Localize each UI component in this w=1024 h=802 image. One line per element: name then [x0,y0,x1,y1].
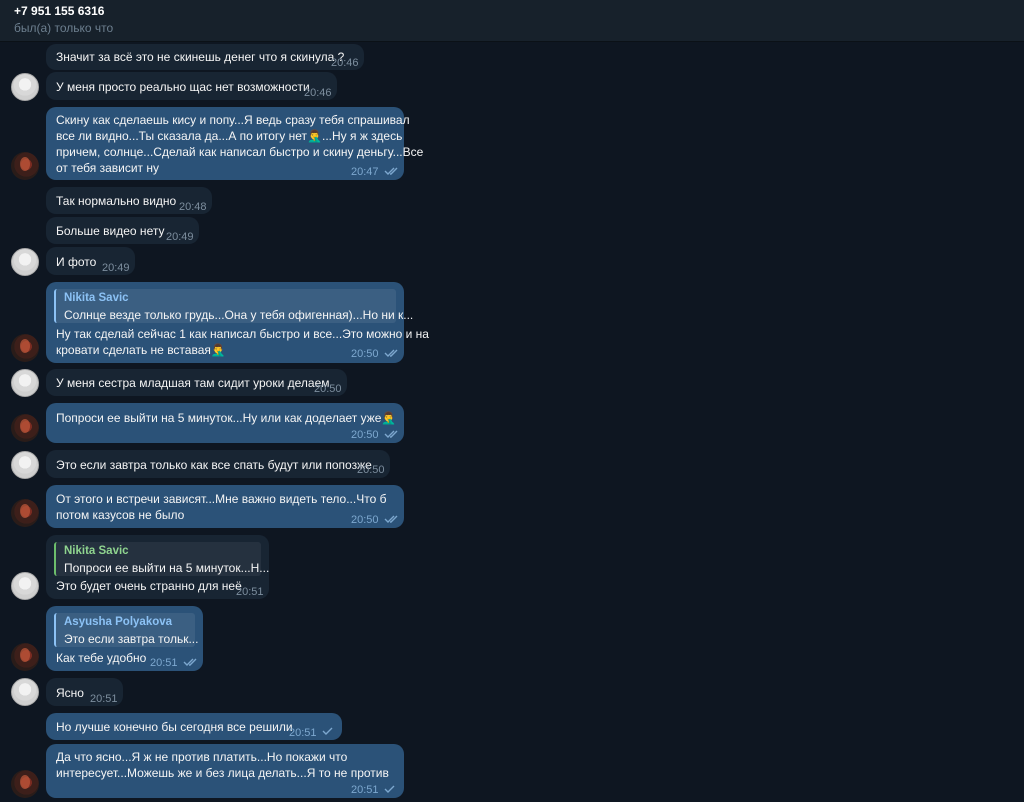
read-check-icon [384,166,400,176]
message-text: Ясно [56,686,84,700]
reply-text: Это если завтра тольк... [64,632,199,646]
message-time: 20:48 [179,201,207,213]
message-incoming[interactable]: Значит за всё это не скинешь денег что я… [46,44,364,70]
message-text: Так нормально видно [56,194,177,208]
read-check-icon [384,514,400,524]
message-outgoing[interactable]: Попроси ее выйти на 5 минуток...Ну или к… [46,403,404,443]
message-outgoing[interactable]: Скину как сделаешь кису и попу...Я ведь … [46,107,423,180]
reply-quote[interactable]: Asyusha Polyakova Это если завтра тольк.… [54,613,199,647]
message-incoming[interactable]: У меня сестра младшая там сидит уроки де… [46,369,347,396]
avatar-incoming[interactable] [11,73,39,101]
message-outgoing[interactable]: Но лучше конечно бы сегодня все решили 2… [46,713,342,740]
reply-text: Попроси ее выйти на 5 минуток...Н... [64,561,270,575]
message-text: причем, солнце...Сделай как написал быст… [56,145,424,159]
read-check-icon [384,348,400,358]
message-text: Это если завтра только как все спать буд… [56,458,372,472]
reply-quote[interactable]: Nikita Savic Солнце везде только грудь..… [54,289,413,323]
message-text: От этого и встречи зависят...Мне важно в… [56,492,387,506]
message-text: Значит за всё это не скинешь денег что я… [56,50,345,64]
message-text: интересует...Можешь же и без лица делать… [56,766,389,780]
avatar-outgoing[interactable] [11,414,39,442]
message-text: Как тебе удобно [56,651,147,665]
message-outgoing[interactable]: Да что ясно...Я ж не против платить...Но… [46,744,404,798]
avatar-outgoing[interactable] [11,643,39,671]
reply-quote[interactable]: Nikita Savic Попроси ее выйти на 5 минут… [54,542,269,576]
message-time: 20:51 [236,586,264,598]
message-outgoing[interactable]: Asyusha Polyakova Это если завтра тольк.… [46,606,203,671]
message-text: Попроси ее выйти на 5 минуток...Ну или к… [56,411,397,425]
message-time: 20:49 [102,262,130,274]
message-incoming[interactable]: У меня просто реально щас нет возможност… [46,72,337,100]
message-outgoing[interactable]: От этого и встречи зависят...Мне важно в… [46,485,404,528]
message-time: 20:50 [351,514,379,526]
sent-check-icon [384,784,400,794]
message-text: от тебя зависит ну [56,161,159,175]
reply-author: Nikita Savic [64,292,129,304]
message-time: 20:46 [331,57,359,69]
read-check-icon [183,657,199,667]
message-time: 20:51 [351,784,379,796]
message-outgoing[interactable]: Nikita Savic Солнце везде только грудь..… [46,282,429,363]
message-text: Ну так сделай сейчас 1 как написал быстр… [56,327,429,341]
contact-name[interactable]: +7 951 155 6316 [14,4,104,18]
message-time: 20:51 [150,657,178,669]
message-text: Скину как сделаешь кису и попу...Я ведь … [56,113,410,127]
message-time: 20:49 [166,231,194,243]
message-incoming[interactable]: Ясно 20:51 [46,678,123,706]
message-time: 20:50 [351,429,379,441]
avatar-outgoing[interactable] [11,152,39,180]
avatar-incoming[interactable] [11,248,39,276]
avatar-incoming[interactable] [11,369,39,397]
avatar-outgoing[interactable] [11,334,39,362]
message-incoming[interactable]: Так нормально видно 20:48 [46,187,212,214]
reply-author: Nikita Savic [64,545,129,557]
message-text: Это будет очень странно для неё [56,579,242,593]
contact-status: был(а) только что [14,21,114,35]
message-incoming[interactable]: Nikita Savic Попроси ее выйти на 5 минут… [46,535,269,599]
message-time: 20:51 [289,727,317,739]
chat-header[interactable]: +7 951 155 6316 был(а) только что [0,0,1024,42]
message-time: 20:50 [351,348,379,360]
reply-text: Солнце везде только грудь...Она у тебя о… [64,308,414,322]
message-text: Да что ясно...Я ж не против платить...Но… [56,750,348,764]
message-text: И фото [56,255,97,269]
message-text: Больше видео нету [56,224,165,238]
message-time: 20:50 [357,464,385,476]
message-incoming[interactable]: И фото 20:49 [46,247,135,275]
message-time: 20:50 [314,383,342,395]
message-incoming[interactable]: Больше видео нету 20:49 [46,217,199,244]
message-text: У меня просто реально щас нет возможност… [56,80,310,94]
message-text: У меня сестра младшая там сидит уроки де… [56,376,330,390]
avatar-outgoing[interactable] [11,770,39,798]
reply-author: Asyusha Polyakova [64,616,173,628]
read-check-icon [384,429,400,439]
avatar-incoming[interactable] [11,678,39,706]
avatar-outgoing[interactable] [11,499,39,527]
message-time: 20:46 [304,87,332,99]
message-text: потом казусов не было [56,508,185,522]
message-text: все ли видно...Ты сказала да...А по итог… [56,129,403,143]
sent-check-icon [322,726,338,736]
message-time: 20:47 [351,166,379,178]
message-text: Но лучше конечно бы сегодня все решили [56,720,293,734]
message-incoming[interactable]: Это если завтра только как все спать буд… [46,450,390,478]
avatar-incoming[interactable] [11,451,39,479]
message-time: 20:51 [90,693,118,705]
message-text: кровати сделать не вставая🤦‍♂️ [56,343,226,357]
avatar-incoming[interactable] [11,572,39,600]
